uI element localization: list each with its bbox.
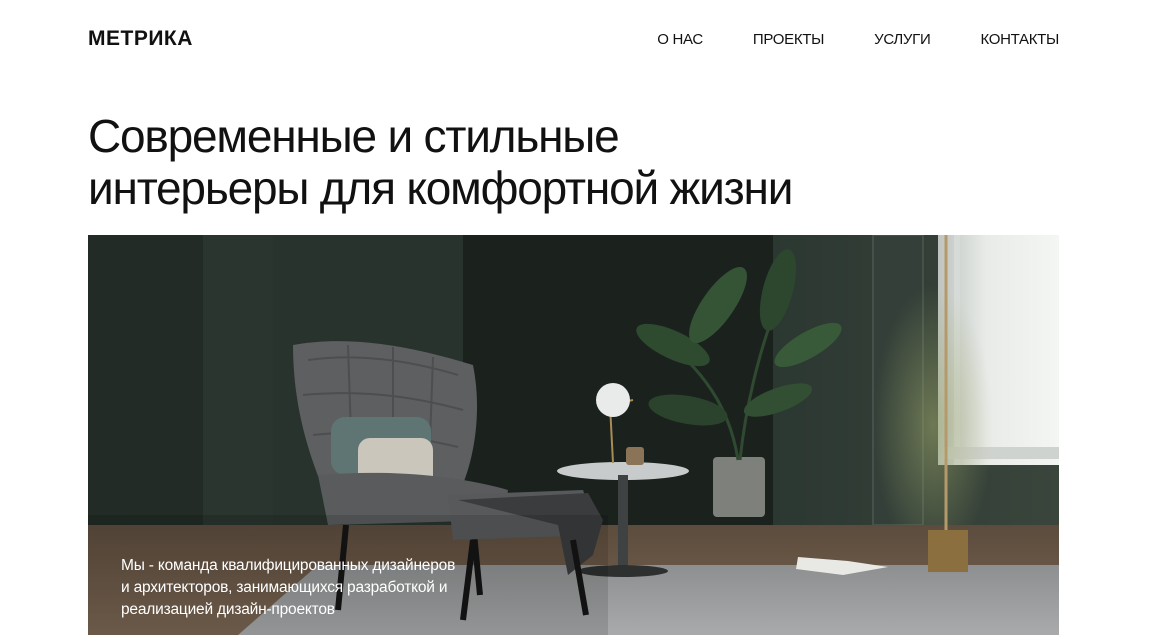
- hero-caption-line-1: Мы - команда квалифицированных дизайнеро…: [121, 557, 456, 574]
- hero-title-line-1: Современные и стильные: [88, 110, 620, 162]
- logo[interactable]: МЕТРИКА: [88, 27, 193, 51]
- hero-image: Мы - команда квалифицированных дизайнеро…: [88, 235, 1059, 635]
- hero-caption-line-2: и архитекторов, занимающихся разработкой…: [121, 579, 448, 596]
- hero-caption: Мы - команда квалифицированных дизайнеро…: [121, 555, 501, 621]
- nav-item-projects[interactable]: ПРОЕКТЫ: [753, 31, 825, 48]
- nav-item-about[interactable]: О НАС: [657, 31, 703, 48]
- hero-title: Современные и стильные интерьеры для ком…: [88, 110, 988, 214]
- nav-item-contacts[interactable]: КОНТАКТЫ: [980, 31, 1059, 48]
- main-nav: О НАС ПРОЕКТЫ УСЛУГИ КОНТАКТЫ: [657, 31, 1059, 48]
- nav-item-services[interactable]: УСЛУГИ: [874, 31, 931, 48]
- page: МЕТРИКА О НАС ПРОЕКТЫ УСЛУГИ КОНТАКТЫ Со…: [0, 0, 1150, 635]
- hero-caption-line-3: реализацией дизайн-проектов: [121, 601, 335, 618]
- hero-title-line-2: интерьеры для комфортной жизни: [88, 162, 793, 214]
